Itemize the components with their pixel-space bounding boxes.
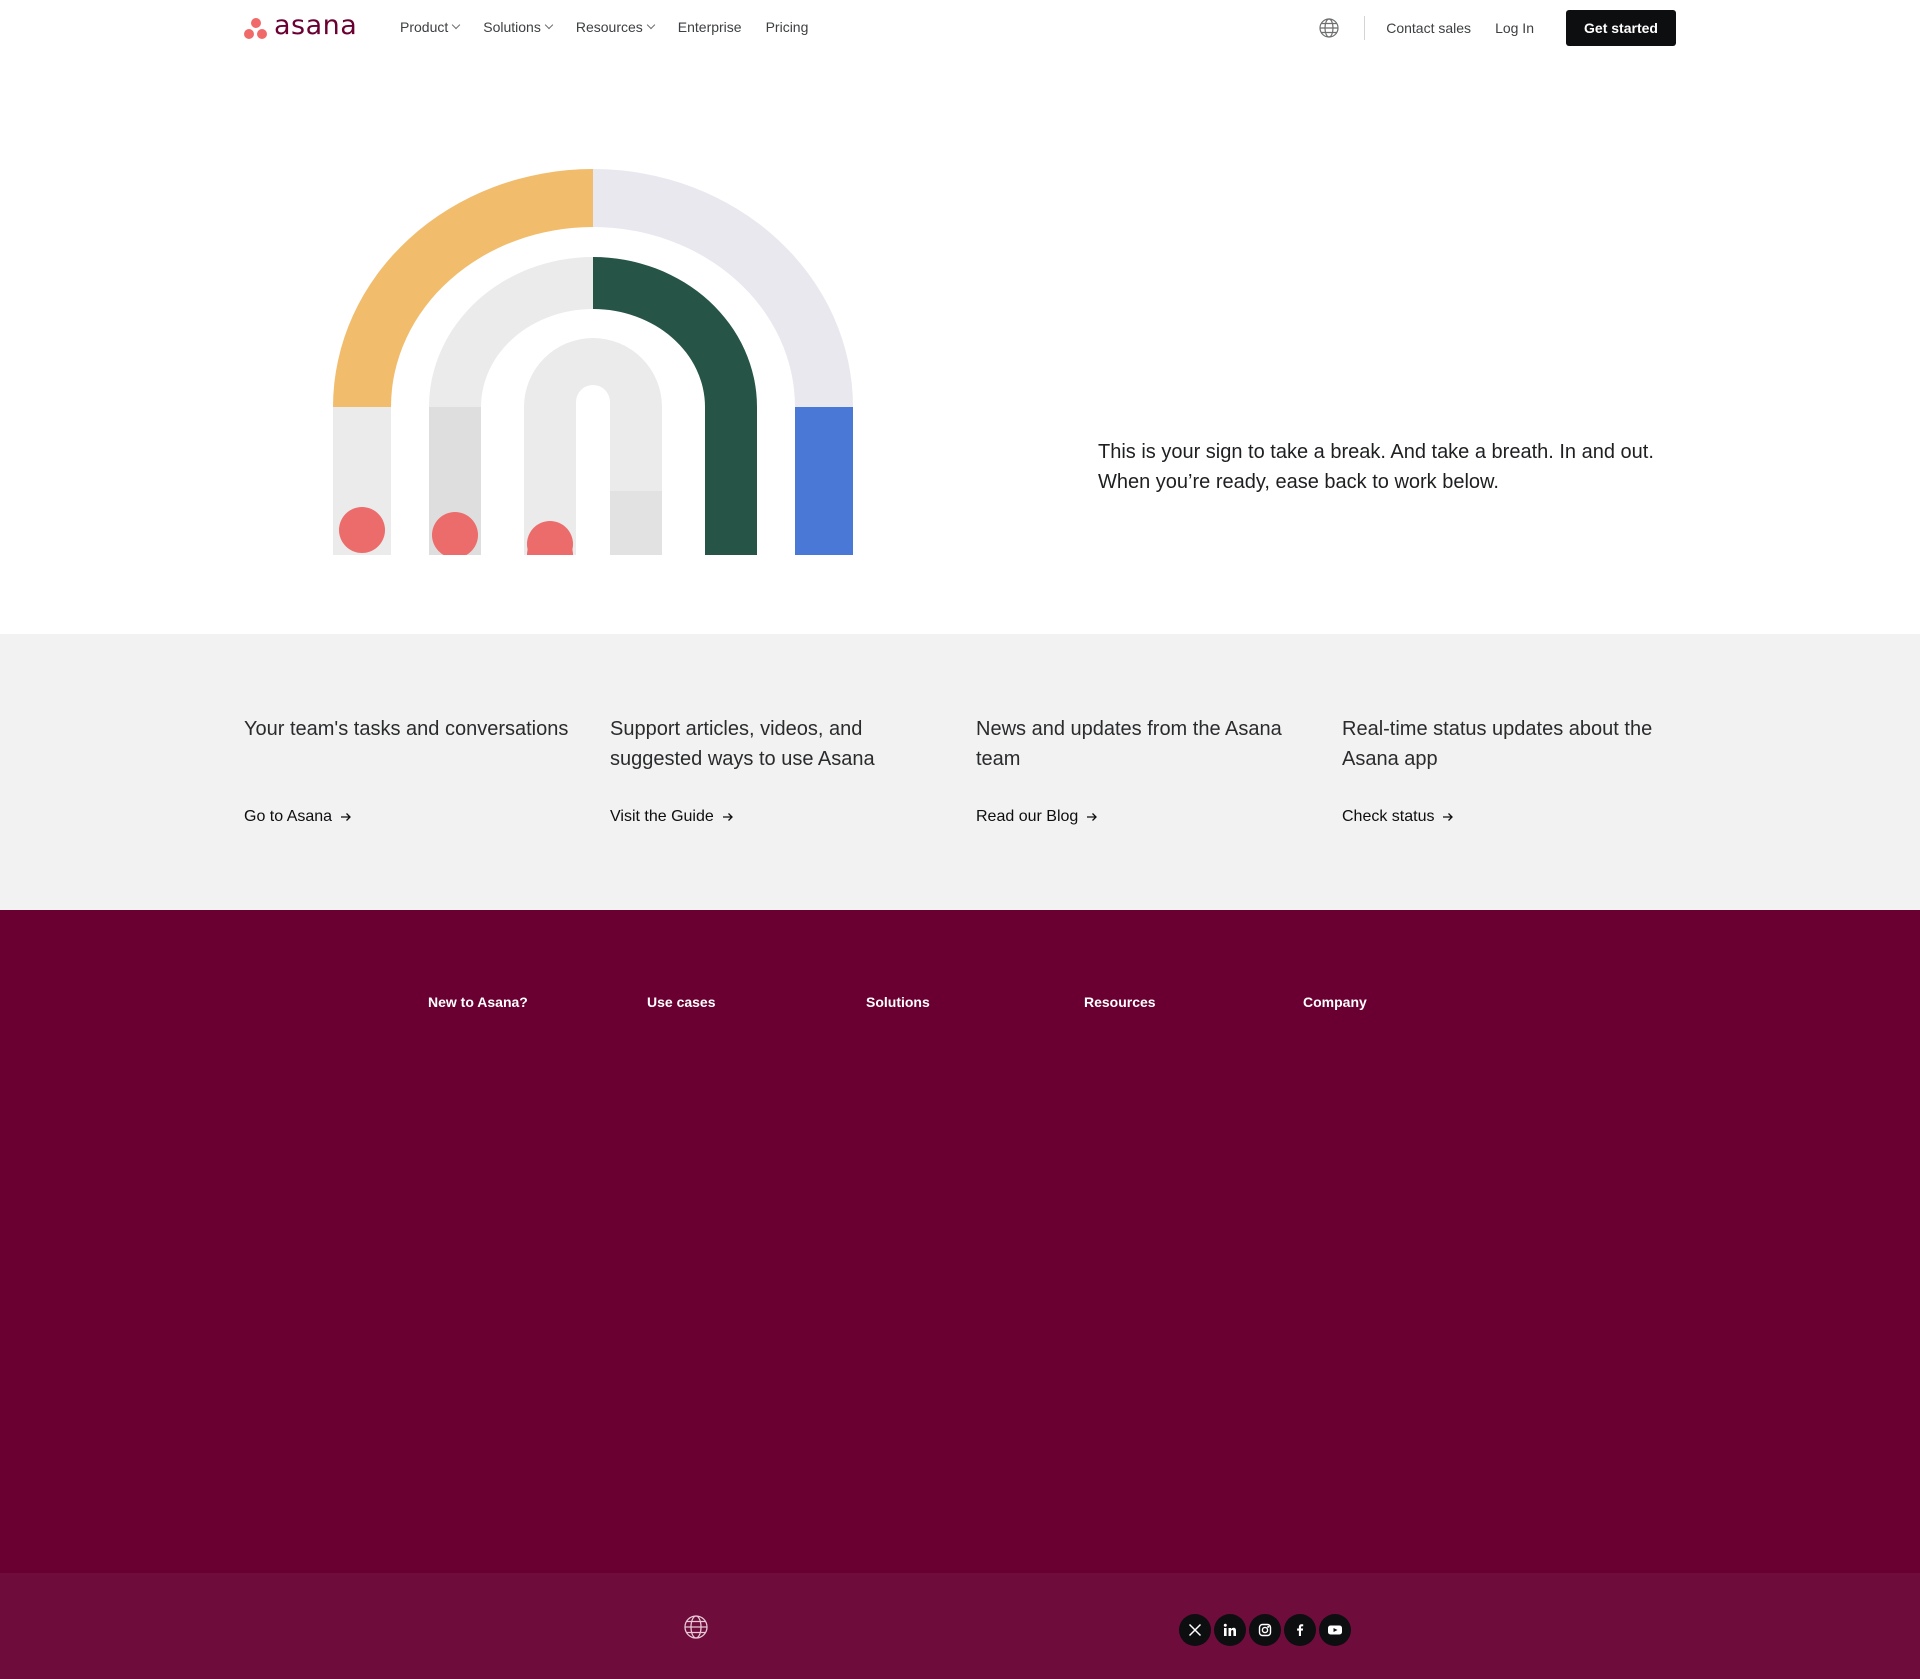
asana-logo[interactable]: asana bbox=[243, 10, 358, 41]
site-header: asana Product Solutions Resources Enterp… bbox=[0, 0, 1920, 56]
link-card-description: Support articles, videos, and suggested … bbox=[610, 718, 875, 770]
link-card-description: Your team's tasks and conversations bbox=[244, 718, 569, 740]
nav-pricing[interactable]: Pricing bbox=[766, 19, 809, 35]
header-actions: Contact sales Log In Get started bbox=[1318, 10, 1676, 46]
facebook-icon[interactable] bbox=[1284, 1614, 1316, 1646]
read-our-blog-link[interactable]: Read our Blog bbox=[976, 808, 1098, 826]
footer-heading-new-to-asana[interactable]: New to Asana? bbox=[428, 994, 528, 1010]
contact-sales-link[interactable]: Contact sales bbox=[1386, 20, 1471, 36]
footer-heading-resources[interactable]: Resources bbox=[1084, 994, 1156, 1010]
check-status-link[interactable]: Check status bbox=[1342, 808, 1454, 826]
nav-solutions-label: Solutions bbox=[483, 19, 541, 35]
nav-product[interactable]: Product bbox=[400, 19, 461, 35]
link-card-guide: Support articles, videos, and suggested … bbox=[610, 714, 950, 774]
footer-heading-use-cases[interactable]: Use cases bbox=[647, 994, 716, 1010]
chevron-down-icon bbox=[452, 20, 461, 30]
arrow-right-icon bbox=[1443, 813, 1454, 821]
footer-heading-solutions[interactable]: Solutions bbox=[866, 994, 930, 1010]
link-label: Go to Asana bbox=[244, 808, 333, 825]
nav-resources-label: Resources bbox=[575, 19, 643, 35]
log-in-link[interactable]: Log In bbox=[1495, 20, 1534, 36]
asana-logo-icon bbox=[243, 16, 268, 40]
footer-heading-company[interactable]: Company bbox=[1303, 994, 1367, 1010]
link-label: Read our Blog bbox=[976, 808, 1079, 825]
helpful-links-section: Your team's tasks and conversations Go t… bbox=[0, 634, 1920, 910]
nav-resources[interactable]: Resources bbox=[575, 19, 656, 35]
x-icon[interactable] bbox=[1179, 1614, 1211, 1646]
youtube-icon[interactable] bbox=[1319, 1614, 1351, 1646]
language-globe-icon[interactable] bbox=[1318, 17, 1340, 39]
social-links bbox=[1179, 1614, 1351, 1646]
link-card-description: Real-time status updates about the Asana… bbox=[1342, 718, 1653, 770]
arrow-right-icon bbox=[722, 813, 733, 821]
rainbow-arch-illustration bbox=[333, 169, 853, 555]
nav-pricing-label: Pricing bbox=[765, 19, 809, 35]
language-globe-icon[interactable] bbox=[683, 1614, 709, 1640]
chevron-down-icon bbox=[646, 20, 656, 30]
nav-product-label: Product bbox=[400, 19, 449, 35]
visit-the-guide-link[interactable]: Visit the Guide bbox=[610, 808, 734, 826]
arrow-right-icon bbox=[1087, 813, 1098, 821]
link-card-asana: Your team's tasks and conversations bbox=[244, 714, 584, 744]
logo-wordmark: asana bbox=[274, 10, 358, 41]
nav-enterprise-label: Enterprise bbox=[677, 19, 742, 35]
arrow-right-icon bbox=[341, 813, 351, 821]
nav-solutions[interactable]: Solutions bbox=[483, 19, 554, 35]
hero-message-line-2: When you’re ready, ease back to work bel… bbox=[1098, 471, 1499, 493]
hero-message: This is your sign to take a break. And t… bbox=[1098, 437, 1698, 497]
go-to-asana-link[interactable]: Go to Asana bbox=[244, 808, 352, 826]
get-started-button[interactable]: Get started bbox=[1566, 10, 1676, 46]
link-card-blog: News and updates from the Asana team bbox=[976, 714, 1316, 774]
footer-bottom-bar bbox=[0, 1573, 1920, 1679]
link-label: Visit the Guide bbox=[610, 808, 714, 825]
nav-enterprise[interactable]: Enterprise bbox=[678, 19, 742, 35]
instagram-icon[interactable] bbox=[1249, 1614, 1281, 1646]
chevron-down-icon bbox=[544, 20, 554, 30]
link-card-status: Real-time status updates about the Asana… bbox=[1342, 714, 1682, 774]
link-label: Check status bbox=[1342, 808, 1435, 825]
header-divider bbox=[1364, 16, 1366, 40]
main-nav: Product Solutions Resources Enterprise P… bbox=[400, 19, 808, 35]
link-card-description: News and updates from the Asana team bbox=[976, 718, 1282, 770]
site-footer: New to Asana? Use cases Solutions Resour… bbox=[0, 910, 1920, 1573]
hero-message-line-1: This is your sign to take a break. And t… bbox=[1098, 441, 1654, 463]
linkedin-icon[interactable] bbox=[1214, 1614, 1246, 1646]
